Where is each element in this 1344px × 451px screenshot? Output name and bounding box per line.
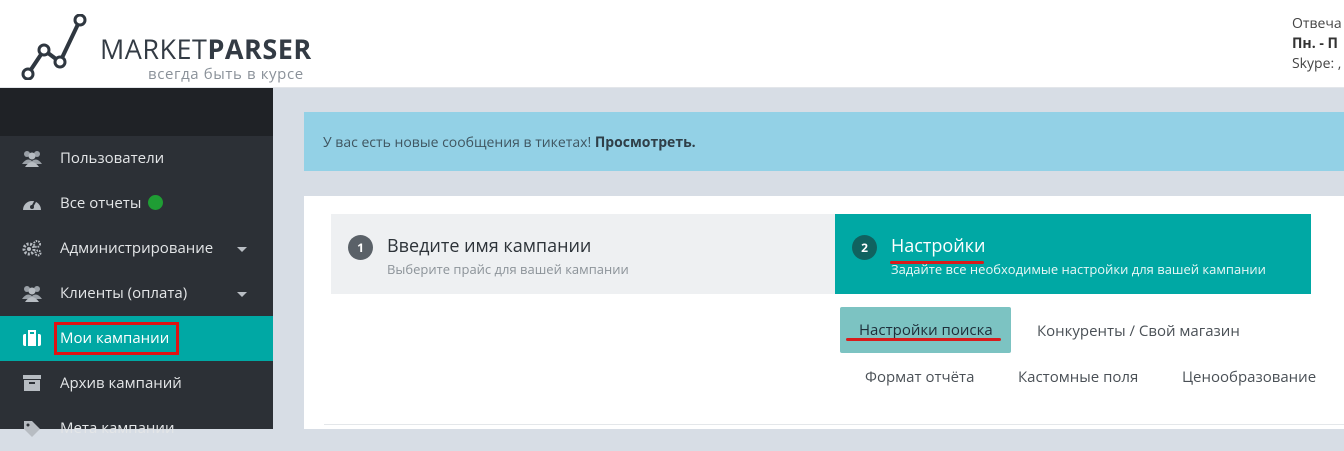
briefcase-icon <box>23 330 41 346</box>
content-divider <box>324 424 1344 425</box>
sidebar-item-label: Мета кампании <box>60 418 175 438</box>
wizard-step-2[interactable]: 2 Настройки Задайте все необходимые наст… <box>835 214 1311 294</box>
annotation-highlight-box <box>54 322 179 355</box>
sidebar-item-users[interactable]: Пользователи <box>0 136 273 181</box>
campaign-wizard-card: 1 Введите имя кампании Выберите прайс дл… <box>304 196 1344 429</box>
tab-competitors[interactable]: Конкуренты / Свой магазин <box>1037 321 1240 341</box>
status-dot-online <box>148 195 164 210</box>
sidebar-top-bar <box>0 88 273 136</box>
sidebar-item-label: Архив кампаний <box>60 373 182 393</box>
contacts-line-1: Отвеча <box>1292 14 1342 33</box>
tab-label: Кастомные поля <box>1018 367 1139 387</box>
logo-wordmark[interactable]: MARKETPARSER <box>100 30 312 67</box>
sidebar-item-label: Клиенты (оплата) <box>60 283 188 303</box>
archive-icon <box>23 375 41 391</box>
alert-view-link[interactable]: Просмотреть. <box>595 133 696 152</box>
step-subtitle: Задайте все необходимые настройки для ва… <box>891 260 1266 278</box>
dashboard-icon <box>23 199 41 210</box>
sidebar-item-label: Администрирование <box>60 238 214 258</box>
logo-tagline: всегда быть в курсе <box>148 64 304 84</box>
step-subtitle: Выберите прайс для вашей кампании <box>387 260 629 278</box>
contacts-line-2: Пн. - П <box>1292 34 1338 53</box>
sidebar-item-campaign-archive[interactable]: Архив кампаний <box>0 361 273 406</box>
step-number-badge: 1 <box>348 235 373 260</box>
sidebar-item-label: Все отчеты <box>60 193 164 213</box>
sidebar-item-clients-payment[interactable]: Клиенты (оплата) <box>0 271 273 316</box>
tags-icon <box>24 421 40 437</box>
annotation-underline <box>846 338 1001 341</box>
sidebar-item-administration[interactable]: Администрирование <box>0 226 273 271</box>
contacts-line-3: Skype: , <box>1292 54 1342 73</box>
tab-label: Конкуренты / Свой магазин <box>1037 321 1240 341</box>
users-icon <box>22 286 42 302</box>
sidebar-item-all-reports[interactable]: Все отчеты <box>0 181 273 226</box>
logo-word-parser: PARSER <box>207 30 312 67</box>
tab-report-format[interactable]: Формат отчёта <box>865 367 974 387</box>
tab-custom-fields[interactable]: Кастомные поля <box>1018 367 1138 387</box>
tickets-alert: У вас есть новые сообщения в тикетах! Пр… <box>304 112 1344 171</box>
step-title: Введите имя кампании <box>387 234 592 258</box>
tab-pricing[interactable]: Ценообразование <box>1182 367 1316 387</box>
wizard-step-1[interactable]: 1 Введите имя кампании Выберите прайс дл… <box>331 214 835 294</box>
tab-search-settings[interactable]: Настройки поиска <box>840 307 1011 353</box>
alert-text: У вас есть новые сообщения в тикетах! <box>323 133 595 152</box>
sidebar-item-label: Пользователи <box>60 148 165 168</box>
contacts-block: Отвеча Пн. - П Skype: , <box>1292 14 1342 74</box>
top-header: MARKETPARSER всегда быть в курсе Отвеча … <box>0 0 1344 88</box>
tab-label: Формат отчёта <box>865 367 975 387</box>
tab-label: Настройки поиска <box>859 320 993 340</box>
logo-chart-icon <box>21 14 87 80</box>
logo-word-market: MARKET <box>100 30 208 67</box>
step-number-badge: 2 <box>852 235 877 260</box>
step-title: Настройки <box>891 234 986 258</box>
cogs-icon <box>22 240 42 257</box>
sidebar-item-my-campaigns[interactable]: Мои кампании <box>0 316 273 361</box>
users-icon <box>22 151 42 167</box>
tab-label: Ценообразование <box>1182 367 1317 387</box>
sidebar: Пользователи Все отчеты Администрировани… <box>0 88 273 438</box>
chevron-down-icon <box>237 292 247 297</box>
chevron-down-icon <box>237 247 247 252</box>
